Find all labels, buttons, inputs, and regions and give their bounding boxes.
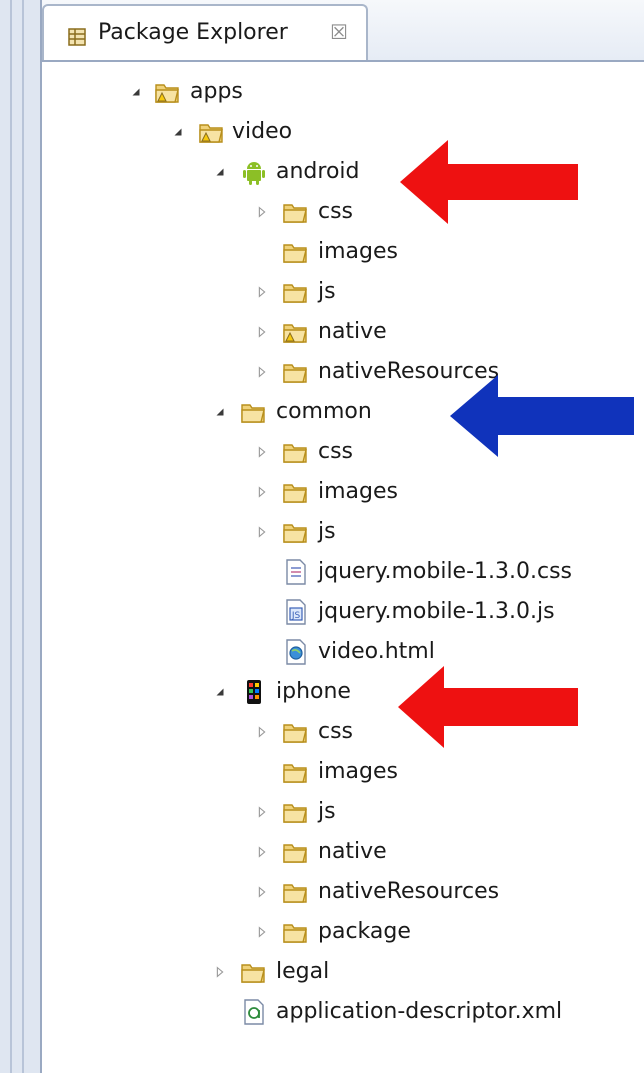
tree-item-iphone-nativeResources[interactable]: nativeResources [42, 872, 642, 912]
folder-icon [282, 238, 310, 266]
collapsed-arrow-icon[interactable] [254, 724, 270, 740]
package-explorer-icon [66, 26, 88, 48]
tree-item-label: css [318, 439, 354, 464]
iphone-icon [240, 678, 268, 706]
folder-warning-icon [282, 318, 310, 346]
tree-item-jquery-js[interactable]: JS jquery.mobile-1.3.0.js [42, 592, 642, 632]
tree-item-label: nativeResources [318, 879, 500, 904]
tree-item-android-native[interactable]: native [42, 312, 642, 352]
tree-item-label: css [318, 719, 354, 744]
folder-icon [282, 518, 310, 546]
tree-item-label: images [318, 239, 398, 264]
tree-item-application-descriptor[interactable]: application-descriptor.xml [42, 992, 642, 1032]
tree-item-label: native [318, 839, 387, 864]
folder-icon [282, 918, 310, 946]
collapsed-arrow-icon[interactable] [254, 364, 270, 380]
folder-icon [282, 798, 310, 826]
collapsed-arrow-icon[interactable] [254, 524, 270, 540]
folder-icon [282, 278, 310, 306]
collapsed-arrow-icon[interactable] [254, 484, 270, 500]
tree-item-label: android [276, 159, 360, 184]
expanded-arrow-icon[interactable] [212, 684, 228, 700]
tree-item-label: application-descriptor.xml [276, 999, 563, 1024]
expanded-arrow-icon[interactable] [212, 404, 228, 420]
tree-item-label: video [232, 119, 293, 144]
tree-item-iphone-native[interactable]: native [42, 832, 642, 872]
javascript-file-icon: JS [282, 598, 310, 626]
folder-icon [282, 838, 310, 866]
red-arrow-iphone [398, 666, 578, 748]
tree-item-label: js [318, 279, 336, 304]
folder-icon [282, 358, 310, 386]
folder-icon [282, 198, 310, 226]
tree-item-label: css [318, 199, 354, 224]
close-icon[interactable]: ☒ [330, 20, 348, 44]
css-file-icon [282, 558, 310, 586]
tree-item-iphone-js[interactable]: js [42, 792, 642, 832]
collapsed-arrow-icon[interactable] [254, 204, 270, 220]
tree-item-label: jquery.mobile-1.3.0.js [318, 599, 555, 624]
tree-item-label: video.html [318, 639, 435, 664]
tree-item-label: js [318, 519, 336, 544]
tree-item-android-js[interactable]: js [42, 272, 642, 312]
folder-icon [282, 478, 310, 506]
tree-item-legal[interactable]: legal [42, 952, 642, 992]
tree-item-label: iphone [276, 679, 351, 704]
android-icon [240, 158, 268, 186]
tree-item-iphone-images[interactable]: images [42, 752, 642, 792]
html-file-icon [282, 638, 310, 666]
folder-icon [240, 398, 268, 426]
tree-item-apps[interactable]: apps [42, 72, 642, 112]
collapsed-arrow-icon[interactable] [254, 324, 270, 340]
tree-item-label: native [318, 319, 387, 344]
collapsed-arrow-icon[interactable] [254, 924, 270, 940]
folder-icon [282, 878, 310, 906]
view-header: Package Explorer ☒ [42, 0, 644, 62]
blue-arrow-common [450, 375, 634, 457]
folder-icon [198, 118, 226, 146]
red-arrow-android [400, 140, 578, 224]
tree-item-label: legal [276, 959, 330, 984]
collapsed-arrow-icon[interactable] [254, 804, 270, 820]
folder-icon [282, 438, 310, 466]
expanded-arrow-icon[interactable] [128, 84, 144, 100]
tree-item-common-images[interactable]: images [42, 472, 642, 512]
tree-item-label: apps [190, 79, 243, 104]
tree-item-label: common [276, 399, 372, 424]
tab-title: Package Explorer [98, 20, 288, 45]
tab-package-explorer[interactable]: Package Explorer ☒ [42, 4, 368, 60]
tree-item-iphone-package[interactable]: package [42, 912, 642, 952]
tree-item-common-js[interactable]: js [42, 512, 642, 552]
collapsed-arrow-icon[interactable] [212, 964, 228, 980]
xml-file-icon [240, 998, 268, 1026]
tree-item-label: images [318, 759, 398, 784]
collapsed-arrow-icon[interactable] [254, 284, 270, 300]
tree-item-label: js [318, 799, 336, 824]
tree-item-android-images[interactable]: images [42, 232, 642, 272]
tree-item-jquery-css[interactable]: jquery.mobile-1.3.0.css [42, 552, 642, 592]
folder-icon [154, 78, 182, 106]
tree-item-label: jquery.mobile-1.3.0.css [318, 559, 573, 584]
tree-item-label: images [318, 479, 398, 504]
collapsed-arrow-icon[interactable] [254, 884, 270, 900]
folder-icon [240, 958, 268, 986]
left-window-frame [0, 0, 42, 1073]
tree-item-label: package [318, 919, 411, 944]
collapsed-arrow-icon[interactable] [254, 844, 270, 860]
svg-text:JS: JS [291, 611, 301, 621]
folder-icon [282, 718, 310, 746]
folder-icon [282, 758, 310, 786]
collapsed-arrow-icon[interactable] [254, 444, 270, 460]
expanded-arrow-icon[interactable] [170, 124, 186, 140]
expanded-arrow-icon[interactable] [212, 164, 228, 180]
